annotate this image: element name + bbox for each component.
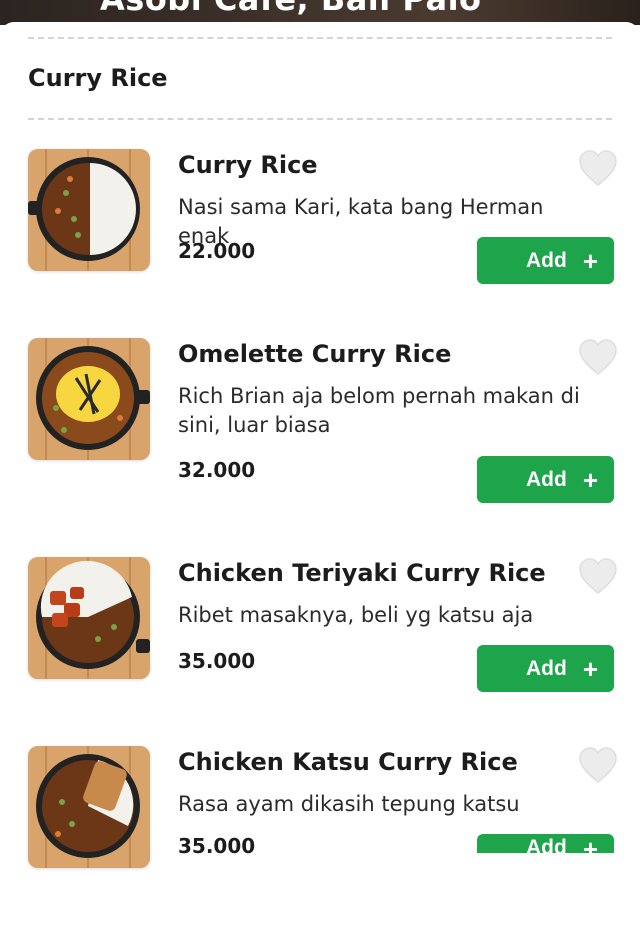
section-divider-top — [28, 37, 612, 39]
menu-item[interactable]: Curry Rice Nasi sama Kari, kata bang Her… — [0, 149, 640, 329]
menu-item[interactable]: Chicken Katsu Curry Rice Rasa ayam dikas… — [0, 746, 640, 926]
item-description: Ribet masaknya, beli yg katsu aja — [178, 603, 534, 627]
item-photo[interactable] — [28, 149, 150, 271]
add-button[interactable]: Add + — [477, 834, 614, 862]
item-photo[interactable] — [28, 557, 150, 679]
section-divider-bottom — [28, 118, 612, 120]
heart-icon — [579, 747, 617, 783]
item-description: Rich Brian aja belom pernah makan di sin… — [178, 384, 580, 437]
favorite-button[interactable] — [578, 746, 618, 784]
add-button-label: Add — [525, 836, 567, 859]
favorite-button[interactable] — [578, 149, 618, 187]
add-button[interactable]: Add + — [477, 237, 614, 284]
item-price: 35.000 — [178, 649, 256, 673]
item-name: Chicken Katsu Curry Rice — [178, 748, 518, 776]
add-button-label: Add — [525, 656, 567, 680]
item-name: Omelette Curry Rice — [178, 340, 452, 368]
item-photo[interactable] — [28, 746, 150, 868]
item-description: Rasa ayam dikasih tepung katsu — [178, 792, 520, 816]
item-name: Chicken Teriyaki Curry Rice — [178, 559, 546, 587]
plus-icon: + — [582, 245, 598, 276]
section-title: Curry Rice — [28, 64, 168, 92]
plus-icon: + — [582, 464, 598, 495]
add-button-label: Add — [525, 467, 567, 491]
plus-icon: + — [582, 834, 598, 864]
favorite-button[interactable] — [578, 557, 618, 595]
item-price: 35.000 — [178, 834, 256, 858]
menu-item[interactable]: Omelette Curry Rice Rich Brian aja belom… — [0, 338, 640, 518]
heart-icon — [579, 339, 617, 375]
heart-icon — [579, 558, 617, 594]
restaurant-title: Asobi Cafe, Bali Palo — [100, 0, 482, 18]
item-photo[interactable] — [28, 338, 150, 460]
add-button[interactable]: Add + — [477, 456, 614, 503]
add-button-label: Add — [525, 248, 567, 272]
favorite-button[interactable] — [578, 338, 618, 376]
plus-icon: + — [582, 653, 598, 684]
heart-icon — [579, 150, 617, 186]
item-price: 22.000 — [178, 239, 256, 263]
item-name: Curry Rice — [178, 151, 318, 179]
item-price: 32.000 — [178, 458, 256, 482]
menu-item[interactable]: Chicken Teriyaki Curry Rice Ribet masakn… — [0, 557, 640, 737]
add-button[interactable]: Add + — [477, 645, 614, 692]
